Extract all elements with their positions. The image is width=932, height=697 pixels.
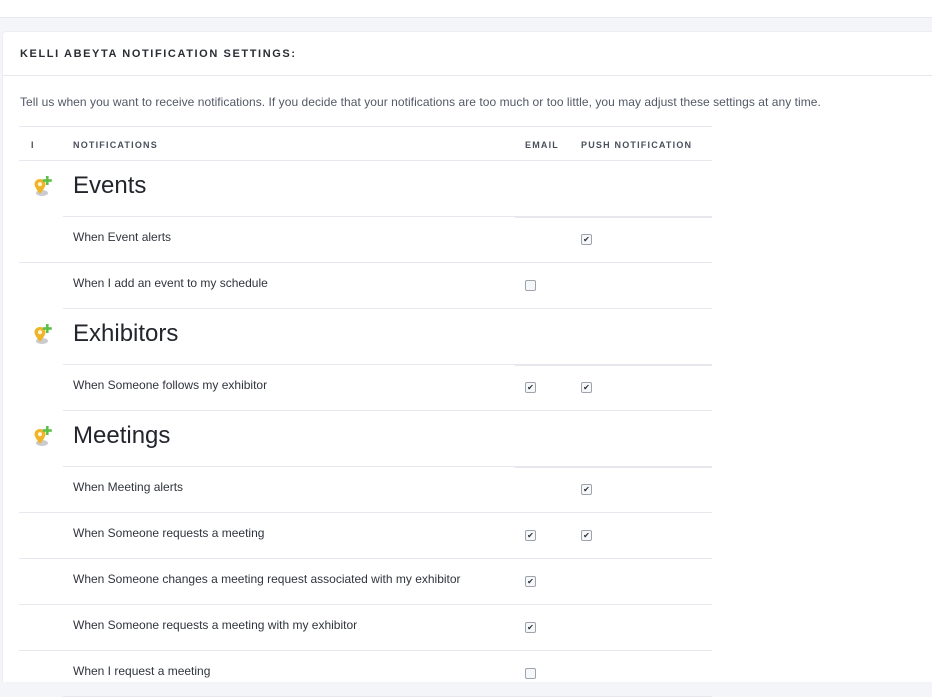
table-header-row: I NOTIFICATIONS EMAIL PUSH NOTIFICATION [19,126,712,161]
notification-row: When I add an event to my schedule [19,263,712,309]
map-pin-plus-icon [33,426,53,448]
map-pin-plus-icon [33,176,53,198]
group-row-exhibitors: Exhibitors [19,309,712,366]
intro-text: Tell us when you want to receive notific… [20,95,821,109]
notification-row: When Event alerts ✔ [19,217,712,263]
header-notifications: NOTIFICATIONS [73,140,158,150]
email-checkbox[interactable]: ✔ [525,622,536,633]
notification-row: When Meeting alerts ✔ [19,467,712,513]
notification-row: When Someone follows my exhibitor ✔ ✔ [19,365,712,411]
group-row-meetings: Meetings [19,411,712,468]
group-row-events: Events [19,161,712,218]
email-checkbox[interactable]: ✔ [525,576,536,587]
notification-label: When Someone follows my exhibitor [73,378,268,392]
notification-row: When Someone changes a meeting request a… [19,559,712,605]
panel-header: KELLI ABEYTA NOTIFICATION SETTINGS: [3,32,932,76]
group-title: Events [73,172,147,199]
notification-row: When Someone requests a meeting ✔ ✔ [19,513,712,559]
notification-label: When Someone requests a meeting with my … [73,618,358,632]
push-checkbox[interactable]: ✔ [581,484,592,495]
header-push-notification: PUSH NOTIFICATION [581,140,693,150]
map-pin-plus-icon [33,324,53,346]
group-title: Exhibitors [73,320,179,347]
page-title: KELLI ABEYTA NOTIFICATION SETTINGS: [20,47,297,60]
notification-label: When Meeting alerts [73,480,184,494]
notification-settings-panel: KELLI ABEYTA NOTIFICATION SETTINGS: Tell… [2,31,932,697]
email-checkbox[interactable]: ✔ [525,530,536,541]
email-checkbox[interactable]: ✔ [525,382,536,393]
push-checkbox[interactable]: ✔ [581,382,592,393]
notification-label: When I add an event to my schedule [73,276,268,290]
notification-row: When Someone requests a meeting with my … [19,605,712,651]
group-title: Meetings [73,422,171,449]
push-checkbox[interactable]: ✔ [581,234,592,245]
email-checkbox[interactable] [525,668,536,679]
push-checkbox[interactable]: ✔ [581,530,592,541]
notification-label: When Someone requests a meeting [73,526,265,540]
email-checkbox[interactable] [525,280,536,291]
header-icon: I [31,140,35,150]
header-email: EMAIL [525,140,559,150]
notification-label: When Someone changes a meeting request a… [73,572,461,586]
top-bar [0,0,932,18]
notification-row: When I request a meeting [19,651,712,697]
notification-label: When Event alerts [73,230,172,244]
notification-label: When I request a meeting [73,664,211,678]
